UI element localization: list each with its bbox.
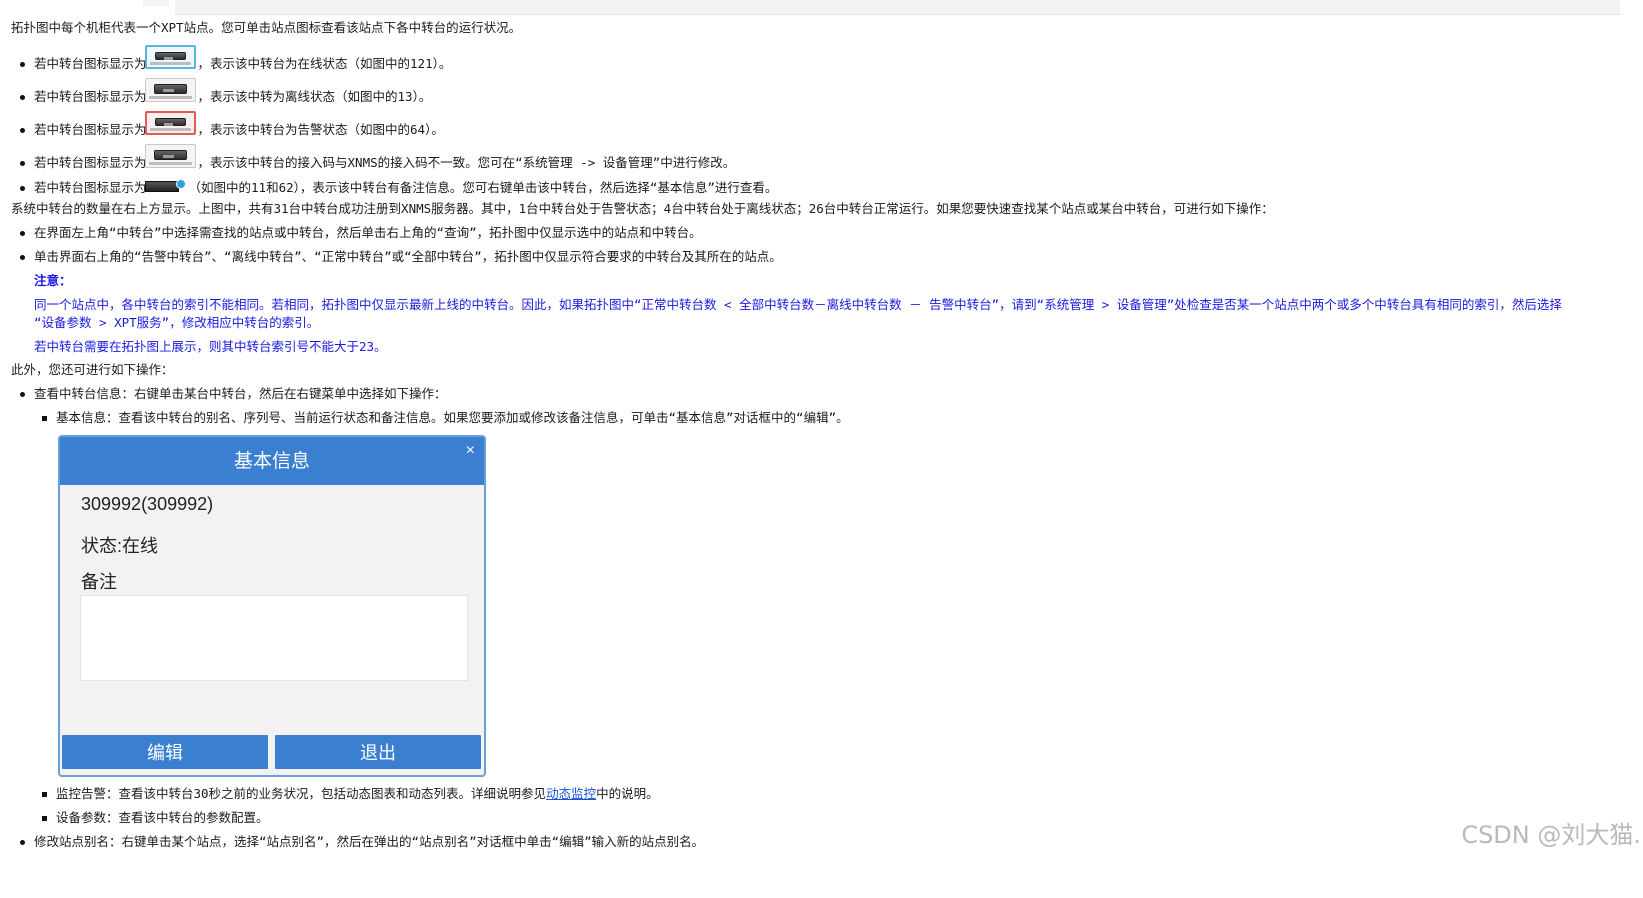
list-item: 若中转台图标显示为 ，表示该中转台为告警状态（如图中的64）。: [34, 122, 444, 138]
relay-online-icon: [145, 45, 196, 69]
more-text: 此外，您还可进行如下操作：: [11, 362, 174, 377]
sub-item: 设备参数：查看该中转台的参数配置。: [56, 810, 269, 825]
sub-item: 基本信息：查看该中转台的别名、序列号、当前运行状态和备注信息。如果您要添加或修改…: [56, 410, 849, 425]
list-item: 在界面左上角“中转台”中选择需查找的站点或中转台，然后单击右上角的“查询”，拓扑…: [34, 225, 702, 240]
item-suffix: ，表示该中转台为在线状态（如图中的121）。: [197, 56, 452, 71]
relay-offline-icon: [145, 78, 196, 102]
relay-status: 状态:在线: [81, 536, 159, 556]
edit-button[interactable]: 编辑: [62, 735, 268, 769]
list-item: 查看中转台信息：右键单击某台中转台，然后在右键菜单中选择如下操作：: [34, 386, 447, 401]
sub-item: 监控告警：查看该中转台30秒之前的业务状况，包括动态图表和动态列表。详细说明参见…: [56, 786, 659, 802]
item-suffix: ，表示该中转台为告警状态（如图中的64）。: [197, 122, 444, 137]
item-prefix: 若中转台图标显示为: [34, 89, 147, 104]
item-prefix: 若中转台图标显示为: [34, 56, 147, 71]
close-icon[interactable]: ×: [466, 441, 475, 461]
sub-item-text: 监控告警：查看该中转台30秒之前的业务状况，包括动态图表和动态列表。详细说明参见: [56, 786, 547, 801]
relay-note-icon: [145, 179, 186, 193]
note-line: 若中转台需要在拓扑图上展示，则其中转台索引号不能大于23。: [34, 339, 387, 354]
item-suffix: ，表示该中转台的接入码与XNMS的接入码不一致。您可在“系统管理 -> 设备管理…: [197, 155, 736, 170]
bullet: [20, 392, 25, 397]
item-prefix: 若中转台图标显示为: [34, 122, 147, 137]
list-item: 单击界面右上角的“告警中转台”、“离线中转台”、“正常中转台”或“全部中转台”，…: [34, 249, 782, 264]
top-strip: [175, 0, 1620, 15]
exit-button[interactable]: 退出: [275, 735, 481, 769]
square-bullet: [42, 792, 47, 797]
bullet: [20, 231, 25, 236]
bullet: [20, 255, 25, 260]
basic-info-dialog: 基本信息 × 309992(309992) 状态:在线 备注 编辑 退出: [58, 435, 486, 777]
bullet: [20, 95, 25, 100]
item-suffix: ，表示该中转为离线状态（如图中的13）。: [197, 89, 432, 104]
item-suffix: （如图中的11和62），表示该中转台有备注信息。您可右键单击该中转台，然后选择“…: [188, 180, 778, 195]
item-prefix: 若中转台图标显示为: [34, 155, 147, 170]
intro-text: 拓扑图中每个机柜代表一个XPT站点。您可单击站点图标查看该站点下各中转台的运行状…: [11, 20, 522, 35]
relay-id: 309992(309992): [81, 494, 214, 514]
dynamic-monitor-link[interactable]: 动态监控: [546, 786, 596, 801]
square-bullet: [42, 416, 47, 421]
item-prefix: 若中转台图标显示为: [34, 180, 147, 195]
watermark: CSDN @刘大猫.: [1461, 821, 1641, 849]
sub-item-text: 中的说明。: [596, 786, 659, 801]
relay-alarm-icon: [145, 111, 196, 135]
bullet: [20, 161, 25, 166]
square-bullet: [42, 816, 47, 821]
list-item: 若中转台图标显示为 ，表示该中转台的接入码与XNMS的接入码不一致。您可在“系统管…: [34, 155, 735, 171]
note-label: 备注: [81, 572, 117, 592]
note-line: “设备参数 > XPT服务”，修改相应中转台的索引。: [34, 315, 320, 330]
note-textarea[interactable]: [80, 595, 468, 681]
bullet: [20, 62, 25, 67]
note-title: 注意：: [34, 273, 72, 288]
note-line: 同一个站点中，各中转台的索引不能相同。若相同，拓扑图中仅显示最新上线的中转台。因…: [34, 297, 1562, 312]
relay-mismatch-icon: [145, 144, 196, 168]
bullet: [20, 186, 25, 191]
list-item: 若中转台图标显示为 ，表示该中转台为在线状态（如图中的121）。: [34, 56, 451, 72]
dialog-title: 基本信息: [60, 437, 484, 485]
bullet: [20, 840, 25, 845]
summary-text: 系统中转台的数量在右上方显示。上图中，共有31台中转台成功注册到XNMS服务器。…: [11, 201, 1274, 216]
top-divider-stub: [143, 0, 169, 6]
list-item: 修改站点别名：右键单击某个站点，选择“站点别名”，然后在弹出的“站点别名”对话框…: [34, 834, 705, 849]
list-item: 若中转台图标显示为 ，表示该中转为离线状态（如图中的13）。: [34, 89, 431, 105]
bullet: [20, 128, 25, 133]
